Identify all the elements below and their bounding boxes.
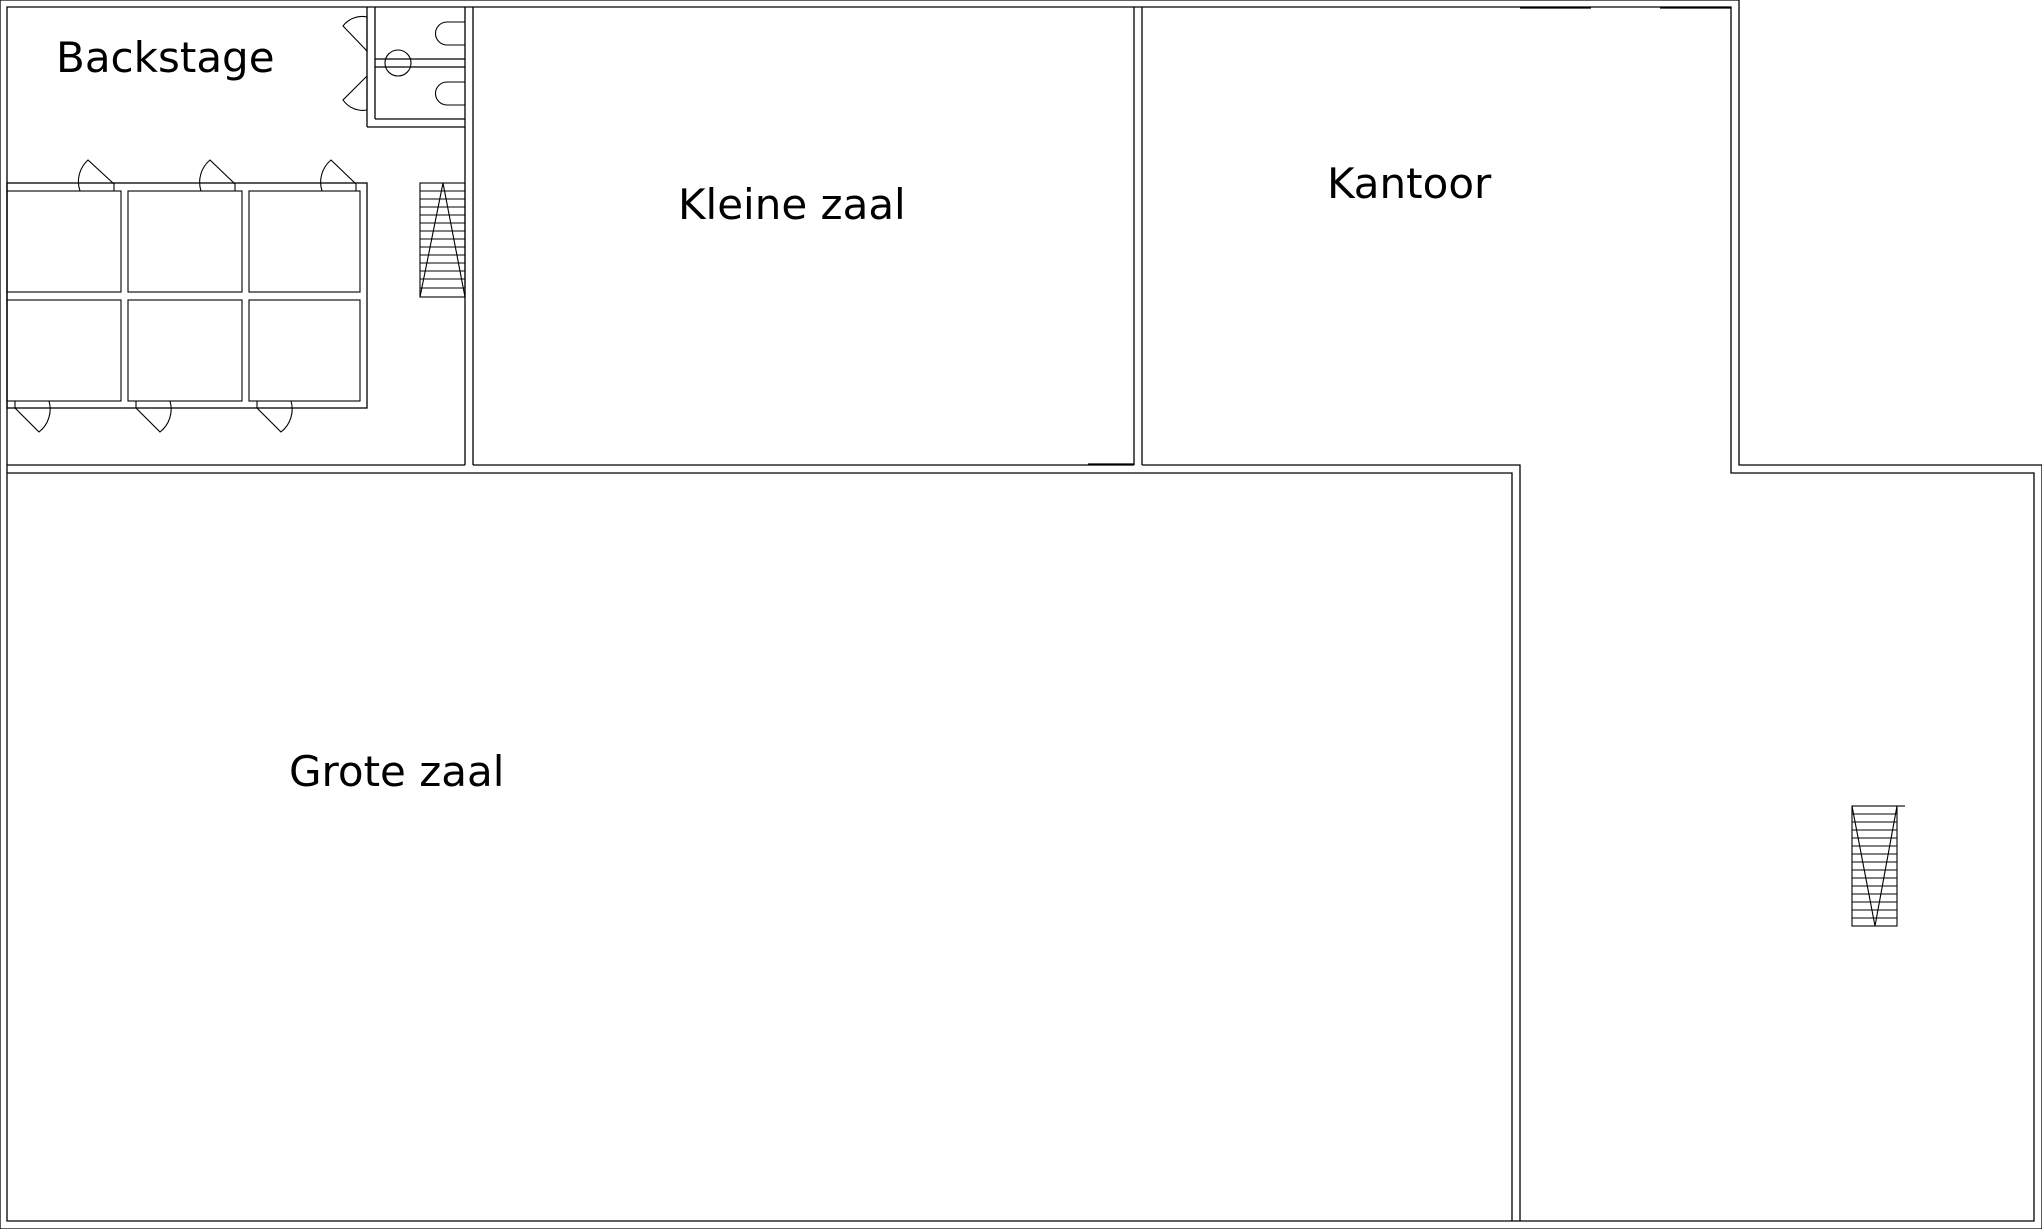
room-label-kleine-zaal: Kleine zaal: [678, 180, 906, 229]
door-swing-icon: [135, 400, 172, 433]
room-label-grote-zaal: Grote zaal: [289, 747, 504, 796]
door-swing-icon: [14, 400, 51, 433]
dressing-rooms: [6, 159, 368, 433]
floor-plan: Backstage Kleine zaal Kantoor Grote zaal: [0, 0, 2042, 1229]
room-label-backstage: Backstage: [56, 33, 275, 82]
door-swing-icon: [342, 75, 368, 111]
toilet-icon: [435, 81, 465, 106]
door-swing-icon: [199, 159, 236, 192]
door-swing-icon: [256, 400, 293, 433]
room-label-kantoor: Kantoor: [1327, 159, 1492, 208]
door-swing-icon: [320, 159, 357, 192]
door-swing-icon: [77, 159, 115, 192]
staircase-icon: [1851, 805, 1905, 927]
toilet-block: [342, 7, 465, 128]
door-swing-icon: [342, 15, 368, 53]
toilet-icon: [435, 21, 465, 46]
staircase-icon: [419, 182, 466, 298]
outer-wall: [0, 0, 2042, 1229]
sink-icon: [384, 49, 412, 77]
